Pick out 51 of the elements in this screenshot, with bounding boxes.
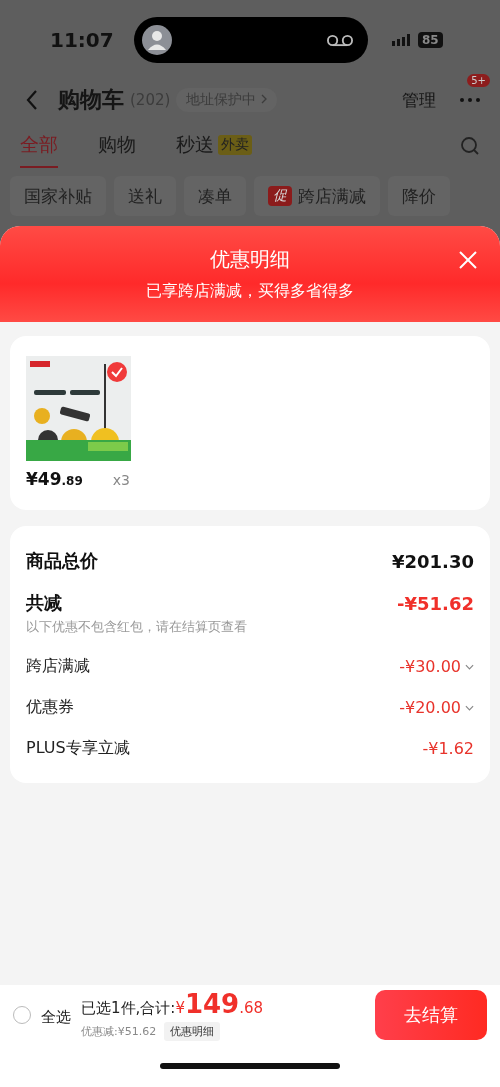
signal-icon: [392, 34, 412, 46]
discount-item-label: 跨店满减: [26, 656, 90, 677]
close-icon[interactable]: [458, 250, 478, 270]
footer-total: ¥149.68: [175, 989, 264, 1019]
selected-summary: 已选1件,合计:: [81, 999, 176, 1018]
chip-label: 跨店满减: [298, 184, 366, 208]
details-button[interactable]: 优惠明细: [164, 1022, 221, 1041]
checkout-button[interactable]: 去结算: [375, 990, 487, 1040]
tab-tag: 外卖: [218, 135, 252, 155]
tab[interactable]: 秒送 外卖: [176, 124, 252, 168]
filter-chip[interactable]: 降价: [388, 176, 450, 216]
back-icon[interactable]: [26, 89, 38, 111]
status-time: 11:07: [50, 28, 115, 52]
filter-chip[interactable]: 国家补贴: [10, 176, 106, 216]
search-icon[interactable]: [460, 136, 480, 156]
product-quantity: x3: [112, 472, 130, 488]
total-amount: ¥201.30: [392, 550, 474, 572]
battery-level: 85: [418, 32, 443, 48]
page-title: 购物车: [58, 86, 124, 114]
chip-label: 国家补贴: [24, 184, 92, 208]
notification-badge: 5+: [467, 74, 490, 87]
total-label: 商品总价: [26, 549, 98, 573]
discount-label: 共减: [26, 591, 62, 615]
chip-label: 凑单: [198, 184, 232, 208]
filter-chip[interactable]: 凑单: [184, 176, 246, 216]
discount-amount: -¥51.62: [397, 592, 474, 614]
chevron-down-icon[interactable]: [465, 663, 474, 670]
filter-chip[interactable]: 送礼: [114, 176, 176, 216]
product-price: ¥49.89: [26, 469, 83, 489]
discount-note: 以下优惠不包含红包，请在结算页查看: [26, 618, 248, 636]
discount-item-label: 优惠券: [26, 697, 74, 718]
tab[interactable]: 全部: [20, 124, 58, 168]
discount-item-label: PLUS专享立减: [26, 738, 130, 759]
select-all-label[interactable]: 全选: [41, 1007, 71, 1027]
voicemail-icon: [326, 33, 354, 47]
chevron-down-icon[interactable]: [465, 704, 474, 711]
tab[interactable]: 购物: [98, 124, 136, 168]
promo-tag: 促: [268, 186, 292, 206]
sheet-title: 优惠明细: [210, 246, 290, 273]
saved-amount: 优惠减:¥51.62: [81, 1024, 157, 1039]
chevron-right-icon: [260, 94, 267, 104]
discount-item-amount: -¥30.00: [399, 657, 461, 676]
sheet-subtitle: 已享跨店满减，买得多省得多: [146, 281, 354, 302]
chip-label: 降价: [402, 184, 436, 208]
manage-button[interactable]: 管理: [402, 88, 436, 112]
discount-item-amount: -¥20.00: [399, 698, 461, 717]
avatar-icon: [142, 25, 172, 55]
more-icon[interactable]: [460, 98, 480, 102]
chip-label: 送礼: [128, 184, 162, 208]
discount-item-amount: -¥1.62: [422, 739, 474, 758]
filter-chip[interactable]: 促 跨店满减: [254, 176, 380, 216]
